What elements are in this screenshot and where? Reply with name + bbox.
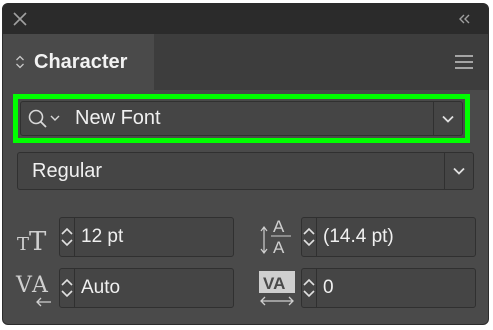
leading-control xyxy=(301,217,488,257)
stepper-arrows-icon xyxy=(303,278,315,298)
kerning-control xyxy=(59,268,342,308)
kerning-stepper[interactable] xyxy=(60,269,75,307)
chevron-down-icon xyxy=(453,167,465,175)
search-icon xyxy=(28,109,60,128)
font-family-dropdown-button[interactable] xyxy=(433,102,462,135)
close-icon[interactable] xyxy=(11,10,29,28)
expand-collapse-icon[interactable] xyxy=(15,54,25,70)
stepper-arrows-icon xyxy=(61,227,73,247)
svg-text:A: A xyxy=(31,273,49,298)
svg-text:A: A xyxy=(273,238,285,257)
font-family-highlight xyxy=(13,94,470,143)
character-panel: Character Regular xyxy=(2,3,489,325)
svg-text:A: A xyxy=(273,217,285,236)
panel-titlebar xyxy=(3,4,488,34)
font-size-control xyxy=(59,217,342,257)
svg-text:VA: VA xyxy=(263,274,285,293)
font-style-dropdown-button[interactable] xyxy=(444,153,473,189)
tracking-control xyxy=(301,268,488,308)
stepper-arrows-icon xyxy=(303,227,315,247)
chevron-down-icon xyxy=(442,115,454,123)
double-chevron-left-icon[interactable] xyxy=(456,11,472,27)
hamburger-menu-icon[interactable] xyxy=(453,52,475,72)
stepper-arrows-icon xyxy=(61,278,73,298)
tab-strip: Character xyxy=(3,34,488,90)
tab-character[interactable]: Character xyxy=(3,34,154,90)
tracking-stepper[interactable] xyxy=(302,269,317,307)
tab-label: Character xyxy=(34,50,128,73)
font-search-button[interactable] xyxy=(21,102,71,135)
font-style-select[interactable]: Regular xyxy=(17,152,474,190)
tracking-icon: VA xyxy=(259,271,295,306)
font-size-stepper[interactable] xyxy=(60,218,75,256)
font-size-icon: T T xyxy=(17,227,47,254)
font-family-field xyxy=(20,101,463,136)
tracking-input[interactable] xyxy=(317,276,488,300)
leading-stepper[interactable] xyxy=(302,218,317,256)
svg-text:T: T xyxy=(17,234,29,254)
leading-input[interactable] xyxy=(317,225,488,249)
kerning-icon: V A xyxy=(15,273,51,307)
font-style-value: Regular xyxy=(32,159,103,182)
svg-text:V: V xyxy=(15,273,33,298)
leading-icon: A A xyxy=(260,217,291,257)
svg-text:T: T xyxy=(29,227,47,254)
font-family-input[interactable] xyxy=(71,102,433,135)
